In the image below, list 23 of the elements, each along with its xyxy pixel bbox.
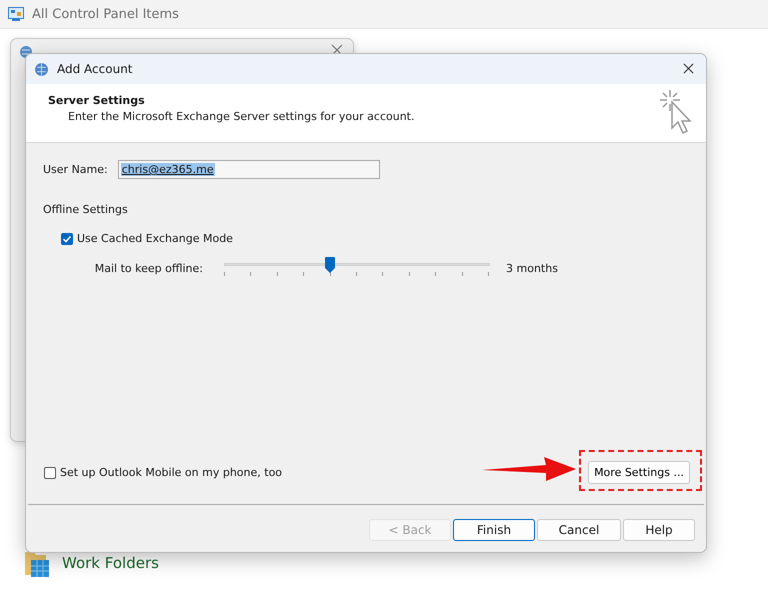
dialog-button[interactable]: Finish	[453, 519, 535, 541]
field-label: User Name:	[43, 163, 108, 176]
window-title: All Control Panel Items	[32, 6, 179, 22]
control-panel-icon	[8, 7, 24, 21]
checkbox-label[interactable]: Set up Outlook Mobile on my phone, too	[60, 466, 282, 479]
dialog-button[interactable]: Cancel	[537, 519, 621, 541]
more-settings-button[interactable]: More Settings ...	[588, 461, 690, 484]
section-heading: Offline Settings	[43, 203, 129, 216]
slider-thumb[interactable]	[325, 257, 336, 273]
globe-icon	[34, 62, 49, 76]
control-panel-item[interactable]: Work Folders	[62, 554, 159, 572]
user-name-field[interactable]: chris@ez365.me	[118, 160, 380, 179]
close-icon[interactable]	[683, 63, 694, 74]
slider-reading: 3 months	[506, 262, 558, 274]
dialog-button[interactable]: Help	[623, 519, 695, 541]
dialog-title: Add Account	[57, 62, 132, 76]
header-subtitle: Enter the Microsoft Exchange Server settings for your account.	[67, 110, 416, 123]
header-title: Server Settings	[48, 94, 146, 107]
slider-label: Mail to keep offline:	[94, 262, 204, 274]
checkbox-label[interactable]: Use Cached Exchange Mode	[77, 232, 233, 245]
checkbox[interactable]	[44, 466, 56, 478]
arrow-icon	[482, 456, 576, 482]
checkbox[interactable]	[61, 232, 73, 244]
